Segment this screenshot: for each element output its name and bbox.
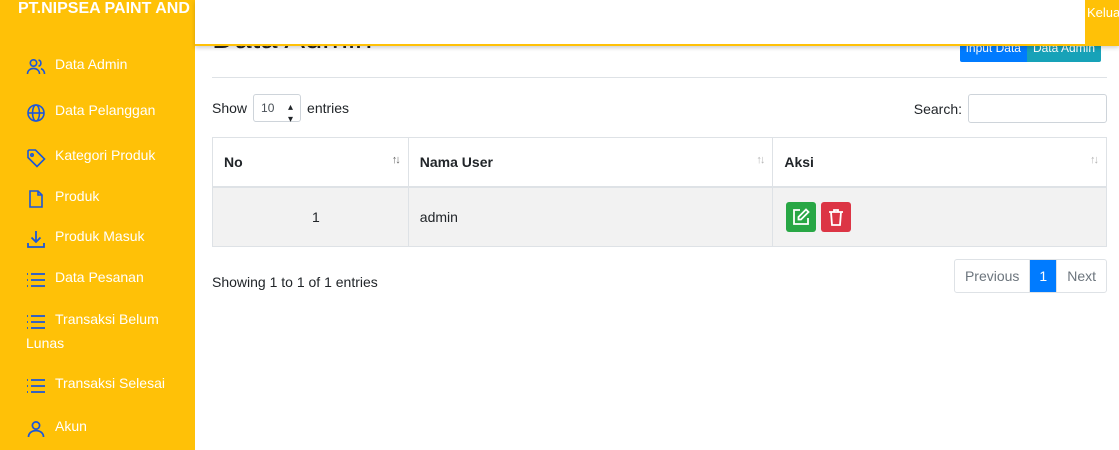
- sidebar-item-transaksi-selesai[interactable]: Transaksi Selesai: [0, 375, 195, 393]
- divider: [212, 77, 1107, 78]
- table-info: Showing 1 to 1 of 1 entries: [212, 274, 378, 290]
- sidebar-item-akun[interactable]: Akun: [0, 418, 195, 438]
- search-control: Search:: [914, 94, 1107, 123]
- updown-caret-icon: ▴ ▾: [288, 102, 294, 125]
- sidebar-item-label: Data Pesanan: [55, 269, 144, 285]
- sidebar-item-label: Produk Masuk: [55, 228, 145, 244]
- download-icon: [27, 231, 45, 248]
- sidebar-item-label: Data Pelanggan: [55, 102, 156, 118]
- sidebar-item-transaksi-belum-lunas[interactable]: Transaksi Belum Lunas: [0, 311, 195, 351]
- column-header-nama-user[interactable]: Nama User ↑↓: [407, 137, 774, 188]
- sort-icon: ↑↓: [391, 154, 401, 166]
- admin-table: No ↑↓ Nama User ↑↓ Aksi ↑↓ 1 admin: [212, 137, 1107, 247]
- sidebar-item-data-pesanan[interactable]: Data Pesanan: [0, 269, 195, 287]
- brand-title[interactable]: PT.NIPSEA PAINT AND C: [0, 0, 195, 46]
- cell-nama-user: admin: [407, 186, 774, 247]
- sidebar-item-label: Transaksi Belum: [55, 311, 159, 327]
- column-header-no[interactable]: No ↑↓: [212, 137, 409, 188]
- user-icon: [27, 421, 45, 438]
- table-row: 1 admin: [212, 186, 1107, 247]
- logout-button[interactable]: Keluar: [1085, 0, 1119, 46]
- file-icon: [29, 190, 43, 208]
- table-header-row: No ↑↓ Nama User ↑↓ Aksi ↑↓: [212, 137, 1107, 188]
- tag-icon: [27, 149, 46, 168]
- search-label: Search:: [913, 100, 962, 117]
- column-header-aksi[interactable]: Aksi ↑↓: [772, 137, 1107, 188]
- main-content: Data Admin Input Data Data Admin Show 10…: [212, 0, 1107, 450]
- pagination-next[interactable]: Next: [1056, 260, 1106, 292]
- length-suffix: entries: [307, 100, 350, 116]
- sidebar-item-produk[interactable]: Produk: [0, 188, 195, 208]
- sidebar-item-label: Akun: [55, 418, 87, 434]
- delete-button[interactable]: [821, 201, 852, 232]
- sidebar-item-data-admin[interactable]: Data Admin: [0, 56, 195, 75]
- sort-icon: ↑↓: [1090, 154, 1099, 166]
- sidebar-item-label: Data Admin: [55, 56, 128, 72]
- sidebar-item-produk-masuk[interactable]: Produk Masuk: [0, 228, 195, 248]
- sidebar-item-label: Transaksi Selesai: [55, 375, 165, 391]
- top-navbar: [195, 0, 1119, 46]
- cell-aksi: [772, 186, 1107, 247]
- sidebar-item-kategori-produk[interactable]: Kategori Produk: [0, 147, 195, 168]
- list-icon: [27, 273, 45, 287]
- edit-icon: [793, 207, 811, 225]
- sidebar: PT.NIPSEA PAINT AND C Data Admin Data Pe…: [0, 0, 195, 450]
- pagination: Previous 1 Next: [953, 259, 1107, 293]
- sidebar-item-label: Kategori Produk: [55, 147, 156, 163]
- sidebar-item-label-line2: Lunas: [26, 335, 65, 351]
- edit-button[interactable]: [786, 201, 817, 232]
- cell-no: 1: [212, 186, 409, 247]
- trash-icon: [829, 208, 844, 226]
- globe-icon: [27, 104, 45, 122]
- list-icon: [27, 315, 45, 329]
- entries-length-control: Show 10 ▴ ▾ entries: [212, 94, 350, 125]
- list-icon: [27, 379, 45, 393]
- entries-select-value: 10: [261, 101, 275, 115]
- pagination-page-current[interactable]: 1: [1030, 260, 1057, 292]
- entries-select[interactable]: 10 ▴ ▾: [253, 94, 302, 125]
- sidebar-item-data-pelanggan[interactable]: Data Pelanggan: [0, 102, 195, 122]
- pagination-previous[interactable]: Previous: [955, 260, 1031, 292]
- sort-icon: ↑↓: [756, 154, 765, 166]
- search-input[interactable]: [968, 94, 1107, 123]
- users-icon: [26, 58, 46, 75]
- navbar-accent-line: [195, 44, 1085, 46]
- length-prefix: Show: [212, 100, 248, 116]
- sidebar-item-label: Produk: [55, 188, 100, 204]
